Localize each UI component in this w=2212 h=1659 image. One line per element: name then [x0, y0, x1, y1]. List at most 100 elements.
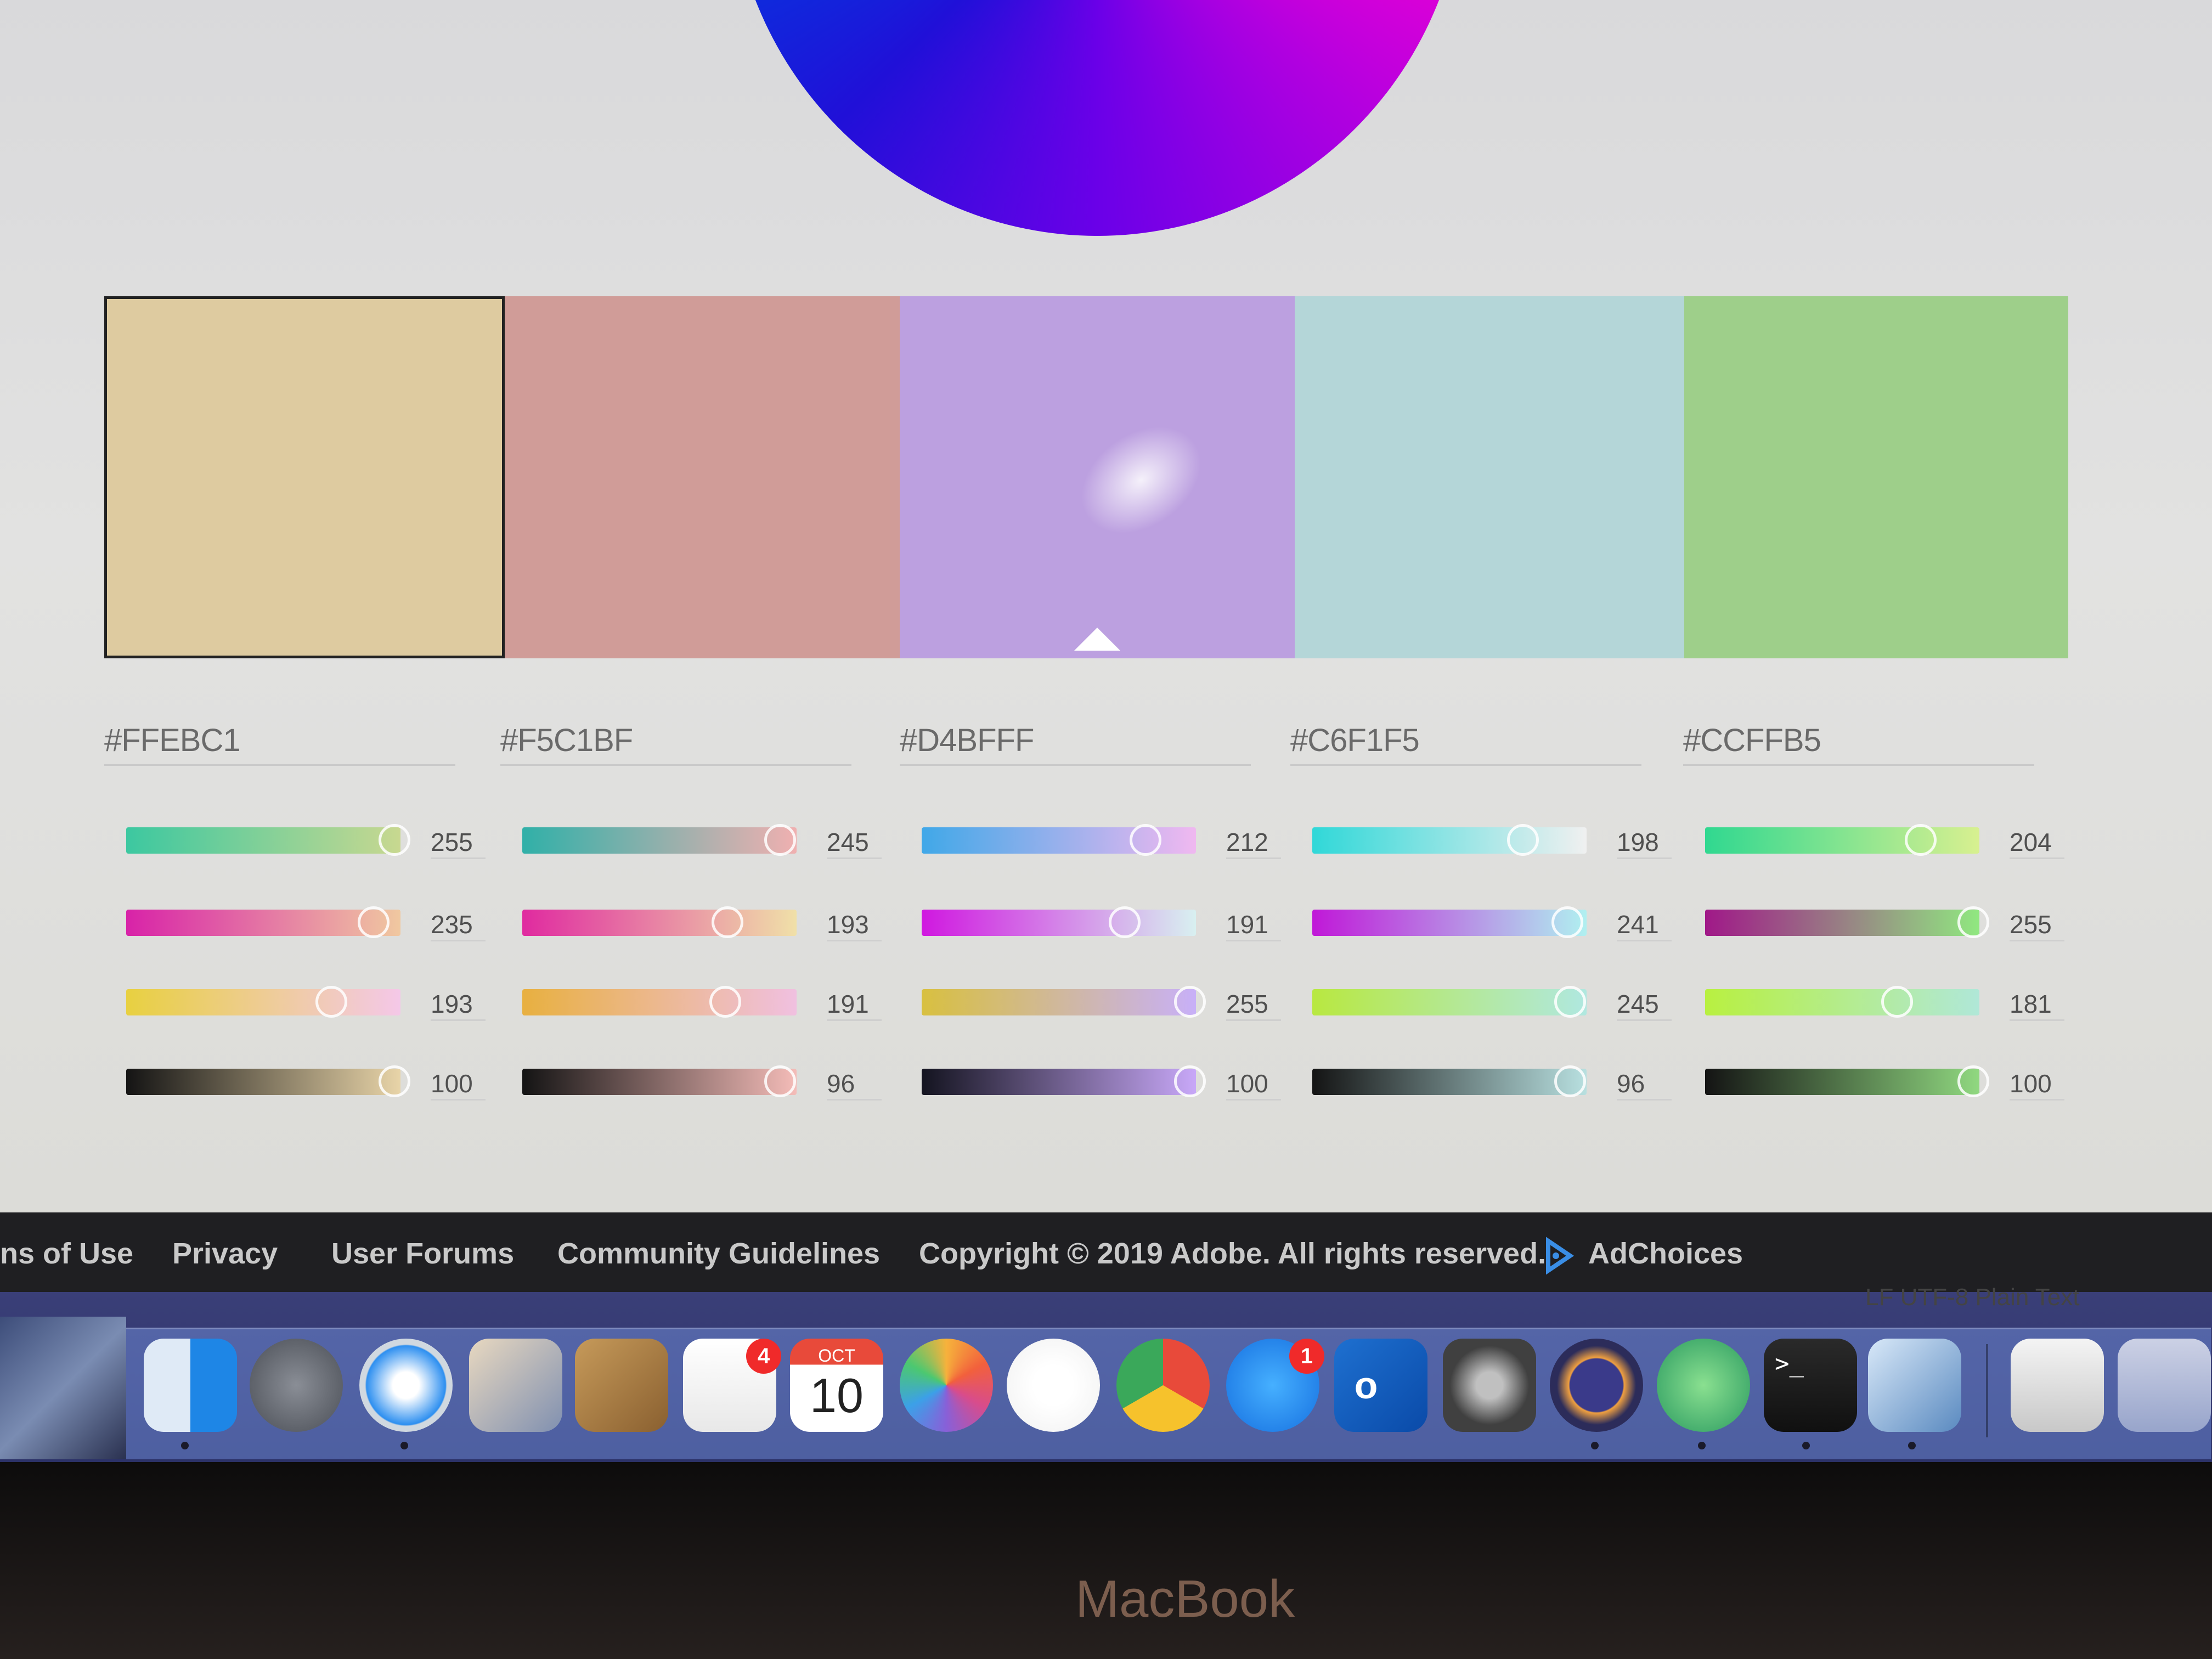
slider-handle[interactable]: [379, 824, 410, 856]
slider-row: 212: [922, 823, 1306, 859]
color-slider-track[interactable]: [1705, 827, 1979, 854]
hex-input[interactable]: #FFEBC1: [104, 722, 455, 766]
color-slider-track[interactable]: [522, 1069, 797, 1095]
slider-handle[interactable]: [1881, 986, 1914, 1018]
color-slider-track[interactable]: [1705, 1069, 1979, 1095]
swatch-2[interactable]: [505, 296, 900, 658]
slider-handle[interactable]: [357, 906, 390, 938]
swatch-1[interactable]: [104, 296, 505, 658]
slider-handle[interactable]: [1554, 986, 1586, 1018]
channel-value-input[interactable]: 100: [2010, 1069, 2064, 1101]
channel-value-input[interactable]: 191: [1226, 910, 1281, 941]
chrome-icon[interactable]: [1116, 1339, 1210, 1432]
slider-row: 245: [522, 823, 906, 859]
color-slider-track[interactable]: [126, 1069, 400, 1095]
swatch-5[interactable]: [1684, 296, 2068, 658]
user-forums-link[interactable]: User Forums: [331, 1237, 514, 1275]
slider-handle[interactable]: [1506, 824, 1539, 856]
launchpad-icon[interactable]: [250, 1339, 343, 1432]
slider-handle[interactable]: [1129, 824, 1161, 856]
slider-handle[interactable]: [1905, 824, 1937, 856]
terms-of-use-link[interactable]: ns of Use: [0, 1237, 133, 1275]
trash-icon[interactable]: [2118, 1339, 2211, 1432]
channel-value-input[interactable]: 96: [827, 1069, 882, 1101]
color-slider-track[interactable]: [1312, 827, 1587, 854]
swatch-3[interactable]: [900, 296, 1295, 658]
hex-input[interactable]: #CCFFB5: [1683, 722, 2034, 766]
slider-handle[interactable]: [1108, 906, 1141, 938]
color-slider-track[interactable]: [1312, 910, 1587, 936]
slider-handle[interactable]: [379, 1065, 410, 1097]
running-indicator: [1591, 1442, 1599, 1449]
channel-value-input[interactable]: 235: [431, 910, 486, 941]
slider-handle[interactable]: [1554, 1065, 1586, 1097]
slider-handle[interactable]: [1551, 906, 1584, 938]
slider-row: 241: [1312, 905, 1696, 941]
color-slider-track[interactable]: [922, 1069, 1196, 1095]
safari-icon[interactable]: [359, 1339, 453, 1432]
slider-handle[interactable]: [764, 1065, 796, 1097]
slider-row: 193: [126, 985, 510, 1021]
system-preferences-icon[interactable]: [1443, 1339, 1536, 1432]
hex-input[interactable]: #C6F1F5: [1290, 722, 1641, 766]
color-slider-track[interactable]: [522, 989, 797, 1015]
color-slider-track[interactable]: [1705, 910, 1979, 936]
channel-value-input[interactable]: 193: [431, 989, 486, 1021]
channel-value-input[interactable]: 100: [1226, 1069, 1281, 1101]
contacts-icon[interactable]: [575, 1339, 668, 1432]
slider-handle[interactable]: [1957, 906, 1989, 938]
channel-value-input[interactable]: 255: [1226, 989, 1281, 1021]
color-slider-track[interactable]: [126, 827, 400, 854]
hex-input[interactable]: #F5C1BF: [500, 722, 851, 766]
adchoices-link[interactable]: AdChoices: [1588, 1237, 1743, 1275]
color-slider-track[interactable]: [922, 989, 1196, 1015]
channel-value-input[interactable]: 255: [431, 827, 486, 859]
color-slider-track[interactable]: [522, 827, 797, 854]
running-indicator: [1698, 1442, 1706, 1449]
adchoices-icon[interactable]: [1542, 1237, 1575, 1275]
music-icon[interactable]: [1007, 1339, 1100, 1432]
color-slider-track[interactable]: [126, 989, 400, 1015]
channel-value-input[interactable]: 245: [827, 827, 882, 859]
channel-value-input[interactable]: 212: [1226, 827, 1281, 859]
atom-icon[interactable]: [1657, 1339, 1750, 1432]
slider-row: 100: [126, 1064, 510, 1101]
channel-value-input[interactable]: 241: [1617, 910, 1672, 941]
slider-row: 204: [1705, 823, 2089, 859]
preview-icon[interactable]: [1868, 1339, 1961, 1432]
slider-handle[interactable]: [712, 906, 744, 938]
slider-row: 245: [1312, 985, 1696, 1021]
slider-handle[interactable]: [315, 986, 348, 1018]
community-guidelines-link[interactable]: Community Guidelines: [557, 1237, 880, 1275]
slider-handle[interactable]: [764, 824, 796, 856]
privacy-link[interactable]: Privacy: [172, 1237, 278, 1275]
channel-value-input[interactable]: 198: [1617, 827, 1672, 859]
channel-value-input[interactable]: 181: [2010, 989, 2064, 1021]
color-slider-track[interactable]: [1705, 989, 1979, 1015]
slider-handle[interactable]: [1957, 1065, 1989, 1097]
mail-icon[interactable]: [469, 1339, 562, 1432]
eclipse-icon[interactable]: [1550, 1339, 1643, 1432]
slider-handle[interactable]: [1174, 1065, 1206, 1097]
channel-value-input[interactable]: 193: [827, 910, 882, 941]
slider-row: 193: [522, 905, 906, 941]
slider-row: 96: [1312, 1064, 1696, 1101]
color-slider-track[interactable]: [922, 910, 1196, 936]
photos-icon[interactable]: [900, 1339, 993, 1432]
color-slider-track[interactable]: [522, 910, 797, 936]
hex-input[interactable]: #D4BFFF: [900, 722, 1251, 766]
finder-icon[interactable]: [144, 1339, 237, 1432]
channel-value-input[interactable]: 96: [1617, 1069, 1672, 1101]
channel-value-input[interactable]: 245: [1617, 989, 1672, 1021]
color-wheel[interactable]: [730, 0, 1465, 236]
color-slider-track[interactable]: [1312, 989, 1587, 1015]
channel-value-input[interactable]: 204: [2010, 827, 2064, 859]
channel-value-input[interactable]: 255: [2010, 910, 2064, 941]
color-slider-track[interactable]: [1312, 1069, 1587, 1095]
channel-value-input[interactable]: 191: [827, 989, 882, 1021]
slider-handle[interactable]: [1174, 986, 1206, 1018]
slider-handle[interactable]: [709, 986, 741, 1018]
swatch-4[interactable]: [1295, 296, 1684, 658]
channel-value-input[interactable]: 100: [431, 1069, 486, 1101]
document-icon[interactable]: [2011, 1339, 2104, 1432]
